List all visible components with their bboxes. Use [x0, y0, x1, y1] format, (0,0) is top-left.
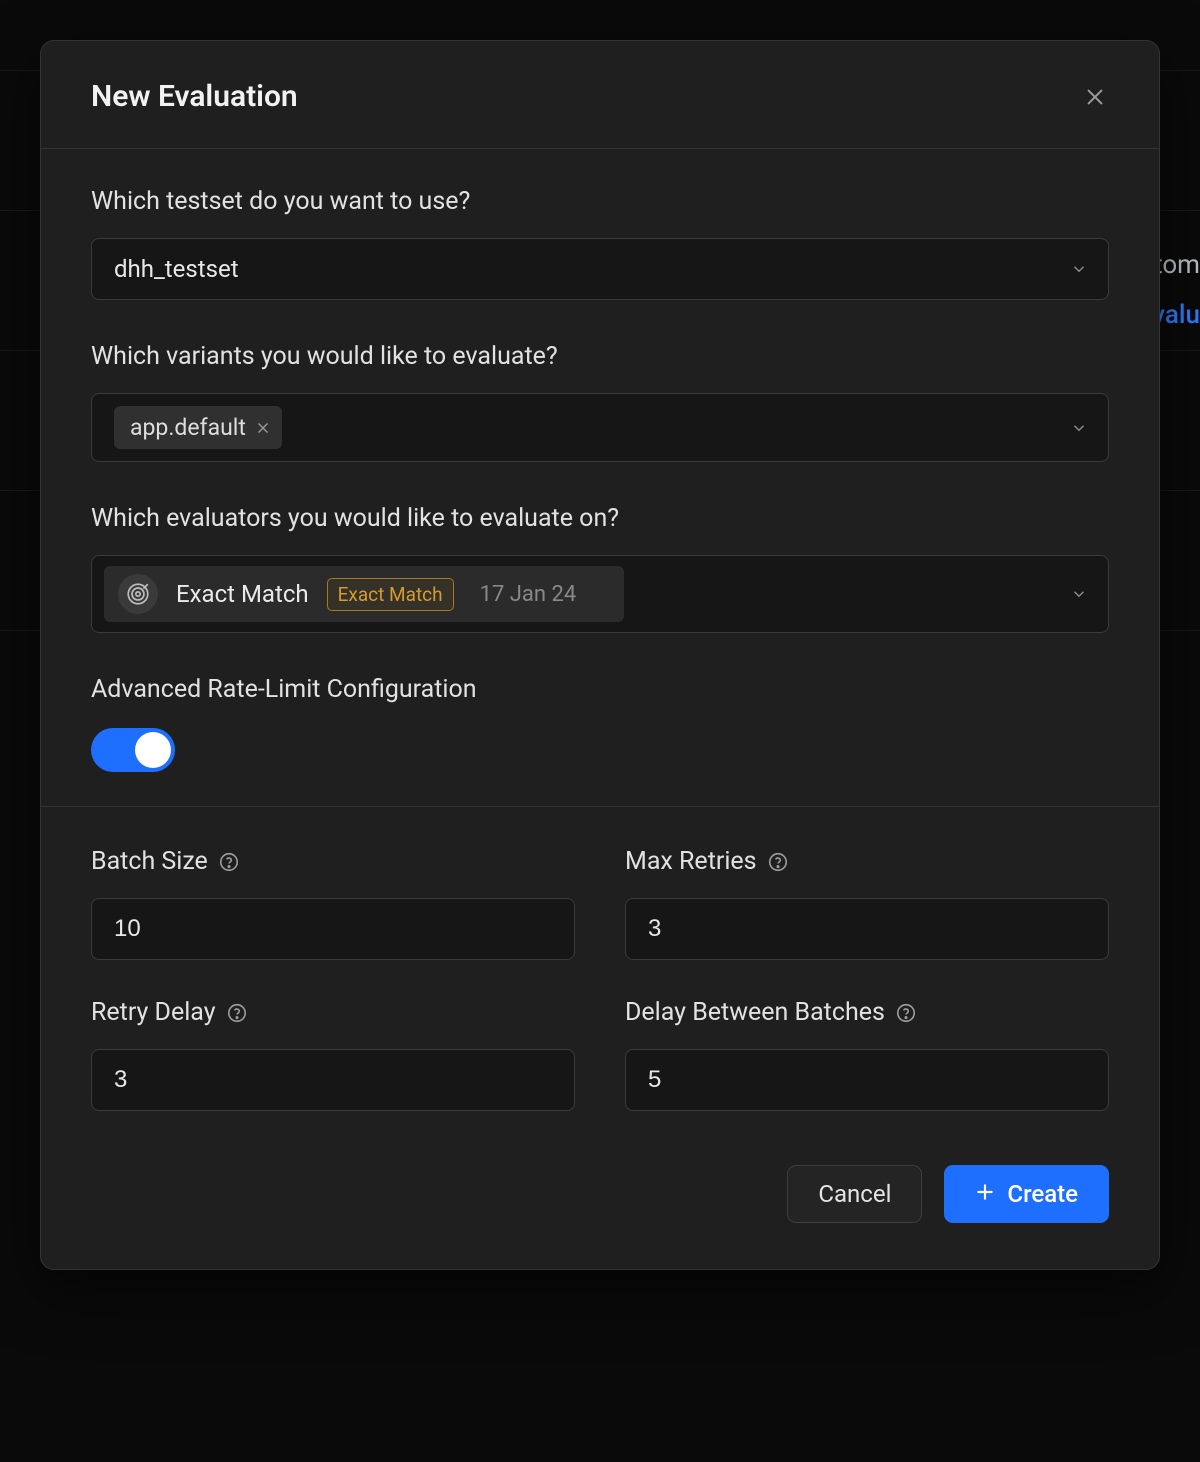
variants-label: Which variants you would like to evaluat…: [91, 342, 1109, 371]
chevron-down-icon: [1070, 260, 1088, 278]
retry-delay-input[interactable]: [91, 1049, 575, 1111]
help-icon[interactable]: [895, 1002, 917, 1024]
retry-delay-field: Retry Delay: [91, 998, 575, 1111]
evaluators-field: Which evaluators you would like to evalu…: [91, 504, 1109, 633]
rate-limit-label: Advanced Rate-Limit Configuration: [91, 675, 1109, 704]
testset-field: Which testset do you want to use? dhh_te…: [91, 187, 1109, 300]
variants-field: Which variants you would like to evaluat…: [91, 342, 1109, 462]
remove-variant-icon[interactable]: [256, 421, 270, 435]
max-retries-label: Max Retries: [625, 847, 757, 876]
new-evaluation-modal: New Evaluation Which testset do you want…: [40, 40, 1160, 1270]
retry-delay-label: Retry Delay: [91, 998, 216, 1027]
testset-value: dhh_testset: [114, 255, 239, 283]
chevron-down-icon: [1070, 419, 1088, 437]
create-button-label: Create: [1007, 1180, 1078, 1208]
modal-title: New Evaluation: [91, 79, 298, 114]
variant-tag-label: app.default: [130, 414, 246, 441]
remove-evaluator-icon[interactable]: [594, 584, 610, 604]
cancel-button-label: Cancel: [818, 1180, 891, 1208]
create-button[interactable]: Create: [944, 1165, 1109, 1223]
evaluator-type-badge: Exact Match: [327, 578, 454, 611]
rate-limit-config-grid: Batch Size Max Retries Ret: [91, 807, 1109, 1111]
evaluators-label: Which evaluators you would like to evalu…: [91, 504, 1109, 533]
max-retries-field: Max Retries: [625, 847, 1109, 960]
max-retries-input[interactable]: [625, 898, 1109, 960]
evaluator-tag: Exact Match Exact Match 17 Jan 24: [104, 566, 624, 622]
target-icon: [118, 574, 158, 614]
close-icon[interactable]: [1081, 83, 1109, 111]
evaluator-name: Exact Match: [176, 580, 309, 608]
modal-footer: Cancel Create: [41, 1121, 1159, 1269]
variants-select[interactable]: app.default: [91, 393, 1109, 462]
delay-between-batches-label: Delay Between Batches: [625, 998, 885, 1027]
rate-limit-toggle[interactable]: [91, 728, 175, 772]
help-icon[interactable]: [218, 851, 240, 873]
delay-between-batches-field: Delay Between Batches: [625, 998, 1109, 1111]
help-icon[interactable]: [226, 1002, 248, 1024]
evaluators-select[interactable]: Exact Match Exact Match 17 Jan 24: [91, 555, 1109, 633]
modal-header: New Evaluation: [41, 41, 1159, 149]
rate-limit-section: Advanced Rate-Limit Configuration: [91, 675, 1109, 772]
plus-icon: [975, 1180, 995, 1208]
help-icon[interactable]: [767, 851, 789, 873]
evaluator-date: 17 Jan 24: [480, 582, 577, 607]
testset-label: Which testset do you want to use?: [91, 187, 1109, 216]
testset-select[interactable]: dhh_testset: [91, 238, 1109, 300]
variant-tag: app.default: [114, 406, 282, 449]
delay-between-batches-input[interactable]: [625, 1049, 1109, 1111]
batch-size-label: Batch Size: [91, 847, 208, 876]
cancel-button[interactable]: Cancel: [787, 1165, 922, 1223]
batch-size-field: Batch Size: [91, 847, 575, 960]
batch-size-input[interactable]: [91, 898, 575, 960]
chevron-down-icon: [1070, 585, 1088, 603]
toggle-knob: [135, 732, 171, 768]
